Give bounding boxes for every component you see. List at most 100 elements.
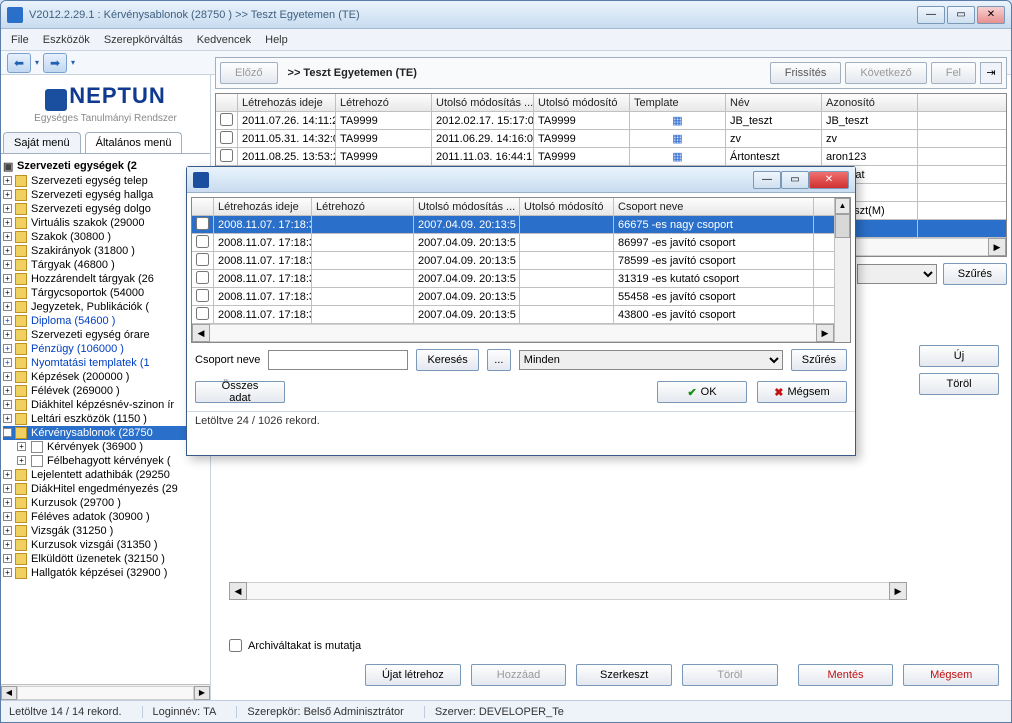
table-row[interactable]: 2011.05.31. 14:32:0TA99992011.06.29. 14:…: [216, 130, 1006, 148]
tab-general-menu[interactable]: Általános menü: [85, 132, 183, 153]
tree-item[interactable]: +Pénzügy (106000 ): [3, 342, 208, 356]
table-row[interactable]: 2011.08.25. 13:53:2TA99992011.11.03. 16:…: [216, 148, 1006, 166]
tree-item[interactable]: +Kérvények (36900 ): [3, 440, 208, 454]
col-modified[interactable]: Utolsó módosítás ...: [432, 94, 534, 111]
tree-item[interactable]: +Féléves adatok (30900 ): [3, 510, 208, 524]
tree-item[interactable]: +Nyomtatási templatek (1: [3, 356, 208, 370]
back-button[interactable]: ⬅: [7, 53, 31, 73]
filter-field-select[interactable]: [857, 264, 937, 284]
tree-item[interactable]: +Szervezeti egység dolgo: [3, 202, 208, 216]
tree-root[interactable]: Szervezeti egységek (2: [3, 158, 208, 174]
mcol-creator[interactable]: Létrehozó: [312, 198, 414, 215]
dialog-cancel-button[interactable]: Mégsem: [757, 381, 847, 403]
save-button[interactable]: Mentés: [798, 664, 894, 686]
add-button[interactable]: Hozzáad: [471, 664, 567, 686]
mcol-groupname[interactable]: Csoport neve: [614, 198, 814, 215]
more-button[interactable]: ...: [487, 349, 511, 371]
next-button[interactable]: Következő: [845, 62, 926, 84]
col-creator[interactable]: Létrehozó: [336, 94, 432, 111]
cancel-button[interactable]: Mégsem: [903, 664, 999, 686]
tree-item[interactable]: +Tárgycsoportok (54000: [3, 286, 208, 300]
tree-item[interactable]: +Leltári eszközök (1150 ): [3, 412, 208, 426]
delete-button[interactable]: Töröl: [919, 373, 999, 395]
col-checkbox[interactable]: [216, 94, 238, 111]
menu-file[interactable]: File: [11, 34, 29, 46]
ok-button[interactable]: OK: [657, 381, 747, 403]
scroll-right-icon[interactable]: ▶: [889, 582, 907, 600]
col-name[interactable]: Név: [726, 94, 822, 111]
close-button[interactable]: ✕: [977, 6, 1005, 24]
new-button[interactable]: Új: [919, 345, 999, 367]
mcol-modified[interactable]: Utolsó módosítás ...: [414, 198, 520, 215]
tree-item[interactable]: +Szakok (30800 ): [3, 230, 208, 244]
scope-select[interactable]: Minden: [519, 350, 783, 370]
secondary-hscroll[interactable]: ◀ ▶: [229, 582, 907, 600]
minimize-button[interactable]: —: [917, 6, 945, 24]
scroll-left-icon[interactable]: ◀: [229, 582, 247, 600]
maximize-button[interactable]: ▭: [947, 6, 975, 24]
tree-item[interactable]: +Tárgyak (46800 ): [3, 258, 208, 272]
filter-button[interactable]: Szűrés: [943, 263, 1007, 285]
back-dropdown-icon[interactable]: ▾: [35, 58, 39, 67]
refresh-button[interactable]: Frissítés: [770, 62, 842, 84]
tree-item[interactable]: +Diákhitel képzésnév-szinon ír: [3, 398, 208, 412]
mcol-checkbox[interactable]: [192, 198, 214, 215]
menu-favorites[interactable]: Kedvencek: [197, 34, 251, 46]
nav-tree[interactable]: Szervezeti egységek (2 +Szervezeti egysé…: [1, 154, 210, 684]
dialog-hscroll[interactable]: ◀ ▶: [192, 324, 834, 342]
table-row[interactable]: 2008.11.07. 17:18:32007.04.09. 20:13:578…: [192, 252, 850, 270]
scroll-up-icon[interactable]: ▲: [835, 198, 850, 214]
tab-own-menu[interactable]: Saját menü: [3, 132, 81, 153]
tree-item[interactable]: +Kurzusok (29700 ): [3, 496, 208, 510]
scroll-left-icon[interactable]: ◀: [1, 686, 17, 700]
menu-tools[interactable]: Eszközök: [43, 34, 90, 46]
dialog-maximize-button[interactable]: ▭: [781, 171, 809, 189]
tree-item[interactable]: +Lejelentett adathibák (29250: [3, 468, 208, 482]
tree-item[interactable]: +Hallgatók képzései (32900 ): [3, 566, 208, 580]
table-row[interactable]: 2008.11.07. 17:18:32007.04.09. 20:13:566…: [192, 216, 850, 234]
dialog-minimize-button[interactable]: —: [753, 171, 781, 189]
dialog-grid[interactable]: Létrehozás ideje Létrehozó Utolsó módosí…: [191, 197, 851, 343]
prev-button[interactable]: Előző: [220, 62, 278, 84]
tree-item[interactable]: +Félévek (269000 ): [3, 384, 208, 398]
table-row[interactable]: 2008.11.07. 17:18:32007.04.09. 20:13:543…: [192, 306, 850, 324]
up-button[interactable]: Fel: [931, 62, 976, 84]
dialog-filter-button[interactable]: Szűrés: [791, 349, 847, 371]
col-modifier[interactable]: Utolsó módosító: [534, 94, 630, 111]
tree-item[interactable]: +Szervezeti egység telep: [3, 174, 208, 188]
tree-item[interactable]: +Hozzárendelt tárgyak (26: [3, 272, 208, 286]
mcol-modifier[interactable]: Utolsó módosító: [520, 198, 614, 215]
table-row[interactable]: 2011.07.26. 14:11:2TA99992012.02.17. 15:…: [216, 112, 1006, 130]
tree-item[interactable]: +Elküldött üzenetek (32150 ): [3, 552, 208, 566]
scroll-left-icon[interactable]: ◀: [192, 324, 210, 342]
grid-scroll-right-icon[interactable]: ▶: [988, 238, 1006, 256]
scroll-right-icon[interactable]: ▶: [816, 324, 834, 342]
tree-item[interactable]: +Kurzusok vizsgái (31350 ): [3, 538, 208, 552]
archive-checkbox[interactable]: [229, 639, 242, 652]
forward-dropdown-icon[interactable]: ▾: [71, 58, 75, 67]
menu-help[interactable]: Help: [265, 34, 288, 46]
mcol-created[interactable]: Létrehozás ideje: [214, 198, 312, 215]
pin-icon[interactable]: ⇥: [980, 62, 1002, 84]
tree-item[interactable]: +Jegyzetek, Publikációk (: [3, 300, 208, 314]
tree-item[interactable]: +Szakirányok (31800 ): [3, 244, 208, 258]
table-row[interactable]: 2008.11.07. 17:18:32007.04.09. 20:13:531…: [192, 270, 850, 288]
col-template[interactable]: Template: [630, 94, 726, 111]
scroll-right-icon[interactable]: ▶: [194, 686, 210, 700]
tree-item[interactable]: +Szervezeti egység órare: [3, 328, 208, 342]
tree-item[interactable]: +DiákHitel engedményezés (29: [3, 482, 208, 496]
search-button[interactable]: Keresés: [416, 349, 478, 371]
table-row[interactable]: 2008.11.07. 17:18:32007.04.09. 20:13:555…: [192, 288, 850, 306]
del-button[interactable]: Töröl: [682, 664, 778, 686]
template-icon[interactable]: ▦: [672, 131, 682, 147]
create-button[interactable]: Újat létrehoz: [365, 664, 461, 686]
dialog-vscroll[interactable]: ▲: [834, 198, 850, 342]
template-icon[interactable]: ▦: [672, 149, 682, 165]
tree-item[interactable]: +Félbehagyott kérvények (: [3, 454, 208, 468]
all-data-button[interactable]: Összes adat: [195, 381, 285, 403]
col-id[interactable]: Azonosító: [822, 94, 918, 111]
template-icon[interactable]: ▦: [672, 113, 682, 129]
col-created[interactable]: Létrehozás ideje: [238, 94, 336, 111]
edit-button[interactable]: Szerkeszt: [576, 664, 672, 686]
tree-item[interactable]: +Vizsgák (31250 ): [3, 524, 208, 538]
